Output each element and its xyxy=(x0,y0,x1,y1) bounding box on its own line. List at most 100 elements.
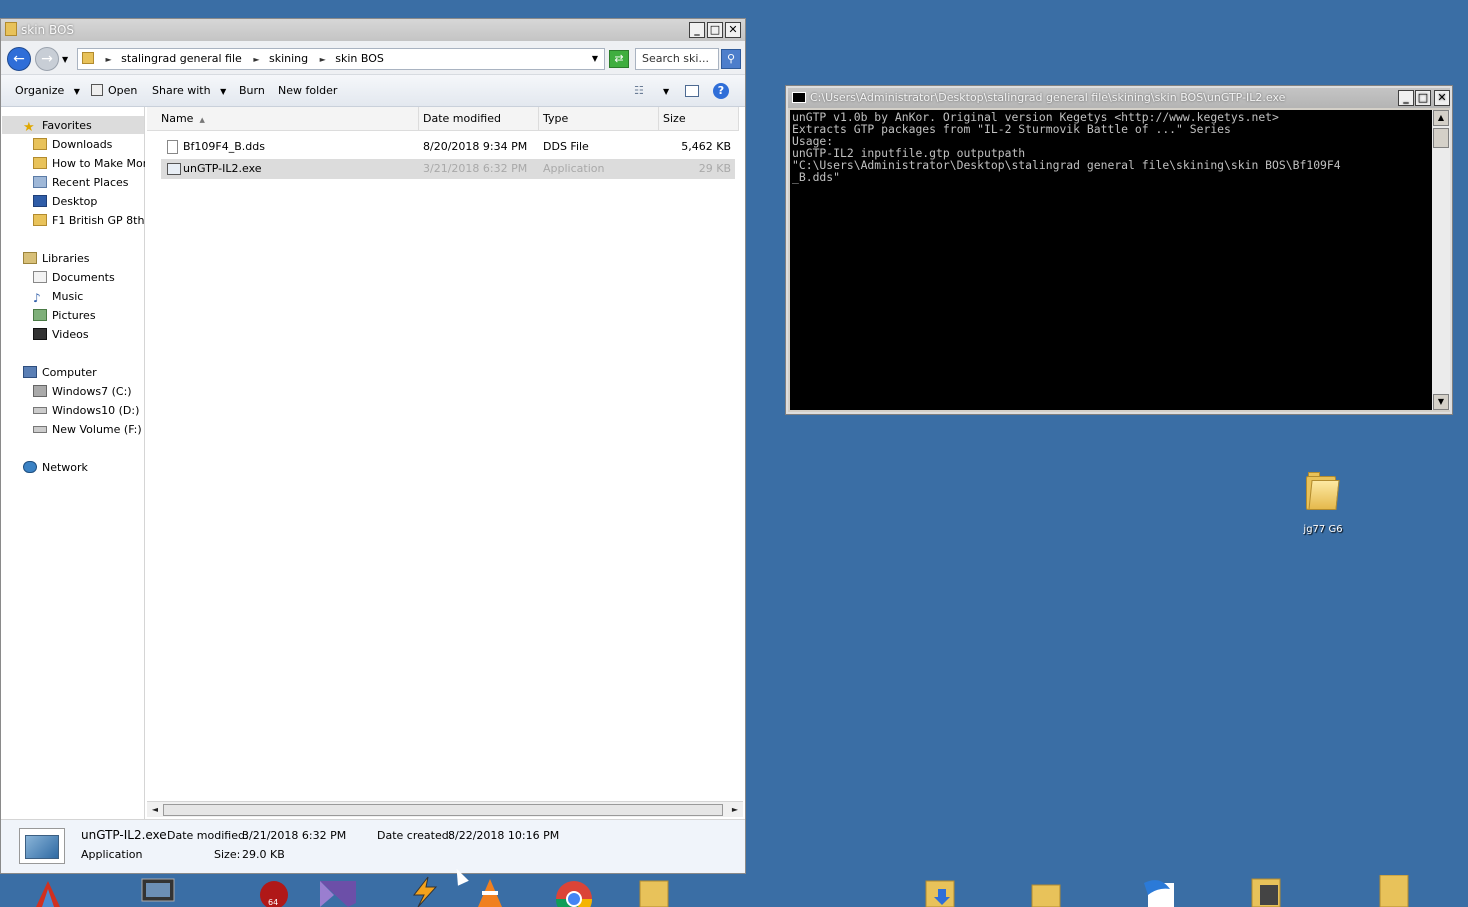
nav-f1-british-gp[interactable]: F1 British GP 8th Ju xyxy=(33,214,145,227)
scroll-down-icon[interactable]: ▼ xyxy=(1433,394,1449,410)
nav-drive-c[interactable]: Windows7 (C:) xyxy=(33,385,132,398)
help-icon[interactable]: ? xyxy=(713,83,729,99)
chevron-right-icon[interactable]: ► xyxy=(106,50,112,70)
nav-pictures[interactable]: Pictures xyxy=(33,309,96,322)
organize-button[interactable]: Organize ▼ xyxy=(15,84,80,97)
folder-icon xyxy=(82,52,94,64)
folder-icon xyxy=(1306,470,1340,510)
column-header-type[interactable]: Type xyxy=(539,107,659,131)
nav-videos[interactable]: Videos xyxy=(33,328,89,341)
search-icon[interactable]: ⚲ xyxy=(721,49,741,69)
scroll-thumb[interactable] xyxy=(1433,128,1449,148)
details-modified-value: 3/21/2018 6:32 PM xyxy=(242,829,347,842)
console-vertical-scrollbar[interactable]: ▲ ▼ xyxy=(1432,110,1450,410)
open-button[interactable]: Open xyxy=(91,84,137,97)
column-header-name[interactable]: Name ▲ xyxy=(147,107,419,131)
ccleaner-icon[interactable] xyxy=(28,875,68,907)
scroll-right-icon[interactable]: ► xyxy=(728,803,742,817)
folder-icon[interactable] xyxy=(1376,875,1416,907)
details-size-label: Size: xyxy=(214,848,241,861)
explorer-titlebar[interactable]: skin BOS _ □ ✕ xyxy=(1,19,745,41)
nav-favorites[interactable]: ★ Favorites xyxy=(23,119,92,132)
maximize-button[interactable]: □ xyxy=(707,22,723,38)
close-button[interactable]: ✕ xyxy=(1434,90,1450,106)
folder-icon xyxy=(33,157,47,169)
chrome-icon[interactable] xyxy=(554,875,594,907)
scroll-thumb[interactable] xyxy=(163,804,723,816)
file-row[interactable]: Bf109F4_B.dds 8/20/2018 9:34 PM DDS File… xyxy=(161,137,735,157)
folder-icon xyxy=(5,22,17,36)
desktop-icon-label: jg77 G6 xyxy=(1303,524,1343,535)
vlc-icon[interactable] xyxy=(470,875,510,907)
explorer-window[interactable]: skin BOS _ □ ✕ ← → ▼ ► stalingrad genera… xyxy=(0,18,746,874)
nav-libraries[interactable]: Libraries xyxy=(23,252,90,265)
file-size: 29 KB xyxy=(698,162,731,175)
scroll-up-icon[interactable]: ▲ xyxy=(1433,110,1449,126)
chevron-right-icon[interactable]: ► xyxy=(320,50,326,70)
column-header-date[interactable]: Date modified xyxy=(419,107,539,131)
breadcrumb-item[interactable]: skining xyxy=(269,49,308,69)
monitor-icon[interactable] xyxy=(138,875,178,907)
folder-icon[interactable] xyxy=(634,875,674,907)
file-name: unGTP-IL2.exe xyxy=(183,162,262,175)
preview-pane-icon[interactable] xyxy=(685,85,699,97)
nav-recent-places[interactable]: Recent Places xyxy=(33,176,129,189)
refresh-button[interactable]: ⇄ xyxy=(609,50,629,68)
burn-button[interactable]: Burn xyxy=(239,84,265,97)
network-icon xyxy=(23,461,37,473)
details-type: Application xyxy=(81,848,143,861)
view-options-icon[interactable]: ☷ xyxy=(634,84,644,97)
column-headers: Name ▲ Date modified Type Size xyxy=(147,107,739,131)
view-dropdown-icon[interactable]: ▼ xyxy=(663,87,669,96)
address-input[interactable]: ► stalingrad general file ► skining ► sk… xyxy=(77,48,605,70)
breadcrumb-item[interactable]: stalingrad general file xyxy=(121,49,242,69)
maximize-button[interactable]: □ xyxy=(1415,90,1431,106)
console-window[interactable]: C:\Users\Administrator\Desktop\stalingra… xyxy=(786,86,1452,414)
file-type: Application xyxy=(543,162,605,175)
console-icon xyxy=(792,92,806,103)
app-64-icon[interactable]: 64 xyxy=(254,875,294,907)
forward-button[interactable]: → xyxy=(35,47,59,71)
history-dropdown-icon[interactable]: ▼ xyxy=(62,55,68,64)
console-line: _B.dds" xyxy=(792,170,841,184)
folder-media-icon[interactable] xyxy=(1248,875,1288,907)
visual-studio-icon[interactable] xyxy=(318,875,358,907)
column-header-size[interactable]: Size xyxy=(659,107,739,131)
nav-drive-d[interactable]: Windows10 (D:) xyxy=(33,404,139,417)
address-dropdown-icon[interactable]: ▼ xyxy=(592,49,598,69)
breadcrumb-item[interactable]: skin BOS xyxy=(335,49,384,69)
nav-drive-f[interactable]: New Volume (F:) xyxy=(33,423,142,436)
console-titlebar[interactable]: C:\Users\Administrator\Desktop\stalingra… xyxy=(788,88,1450,108)
minimize-button[interactable]: _ xyxy=(689,22,705,38)
application-icon xyxy=(19,828,65,864)
minimize-button[interactable]: _ xyxy=(1398,90,1414,106)
nav-computer[interactable]: Computer xyxy=(23,366,97,379)
recent-places-icon xyxy=(33,176,47,188)
nav-documents[interactable]: Documents xyxy=(33,271,115,284)
winamp-icon[interactable] xyxy=(404,875,444,907)
scroll-left-icon[interactable]: ◄ xyxy=(148,803,162,817)
console-output[interactable]: unGTP v1.0b by AnKor. Original version K… xyxy=(790,110,1432,410)
console-title: C:\Users\Administrator\Desktop\stalingra… xyxy=(810,91,1286,104)
share-with-button[interactable]: Share with ▼ xyxy=(152,84,226,97)
navigation-pane[interactable]: ★Favorites Downloads How to Make Mone Re… xyxy=(1,107,145,819)
folder-icon xyxy=(33,214,47,226)
folder-icon xyxy=(33,138,47,150)
desktop-folder-jg77[interactable]: jg77 G6 xyxy=(1288,470,1358,535)
back-button[interactable]: ← xyxy=(7,47,31,71)
nav-how-to-make-money[interactable]: How to Make Mone xyxy=(33,157,145,170)
chevron-right-icon[interactable]: ► xyxy=(253,50,259,70)
new-folder-button[interactable]: New folder xyxy=(278,84,337,97)
close-button[interactable]: ✕ xyxy=(725,22,741,38)
feather-app-icon[interactable] xyxy=(1140,875,1180,907)
drive-icon xyxy=(33,407,47,414)
nav-downloads[interactable]: Downloads xyxy=(33,138,112,151)
folder-icon[interactable] xyxy=(1028,875,1068,907)
nav-music[interactable]: ♪ Music xyxy=(33,290,83,303)
horizontal-scrollbar[interactable]: ◄ ► xyxy=(147,801,743,817)
nav-network[interactable]: Network xyxy=(23,461,88,474)
file-row[interactable]: unGTP-IL2.exe 3/21/2018 6:32 PM Applicat… xyxy=(161,159,735,179)
nav-desktop[interactable]: Desktop xyxy=(33,195,97,208)
search-input[interactable]: Search ski... xyxy=(635,48,719,70)
folder-download-icon[interactable] xyxy=(922,875,962,907)
